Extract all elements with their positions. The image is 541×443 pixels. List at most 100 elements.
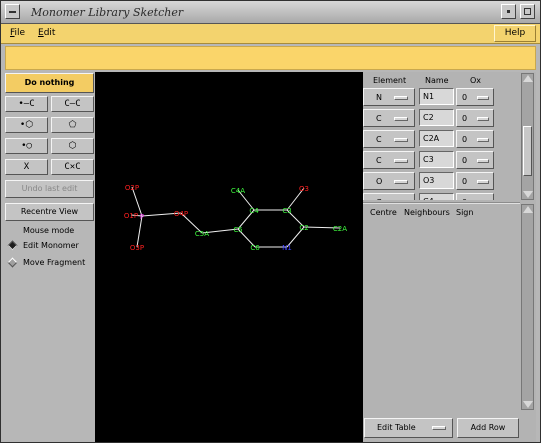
panel-divider <box>363 202 520 204</box>
element-select[interactable]: C <box>363 130 415 148</box>
delete-atom-tool[interactable]: X <box>5 159 48 175</box>
table-row: C C2A 0 <box>363 130 523 149</box>
element-value: N <box>376 93 382 102</box>
element-select[interactable]: N <box>363 88 415 106</box>
title-bar[interactable]: Monomer Library Sketcher <box>1 1 540 24</box>
option-menu-icon <box>477 117 489 121</box>
atom-name-value: C2 <box>423 113 434 122</box>
header-element: Element <box>373 76 407 85</box>
window-menu-button[interactable] <box>5 4 20 19</box>
help-button[interactable]: Help <box>494 25 536 42</box>
edit-table-menu[interactable]: Edit Table <box>364 418 453 438</box>
add-chain-tool[interactable]: C—C <box>51 96 94 112</box>
atom-name-value: C3 <box>423 155 434 164</box>
atom-table-panel: Element Name Ox N N1 0 C C2 0 C C2A 0 C C3 0 O O3 0 C C4… <box>363 72 536 442</box>
element-select[interactable]: C <box>363 109 415 127</box>
message-bar <box>5 46 536 70</box>
option-menu-icon <box>394 96 408 100</box>
atom-name-value: N1 <box>423 92 435 101</box>
element-value: C <box>376 198 382 200</box>
minimize-icon <box>507 10 510 13</box>
scroll-up-icon[interactable] <box>523 206 533 213</box>
atom-name-field[interactable]: N1 <box>419 88 454 105</box>
header-neighbours: Neighbours <box>404 208 450 217</box>
ox-value: 0 <box>462 135 468 144</box>
scroll-thumb[interactable] <box>523 126 532 176</box>
atom-name-value: C4 <box>423 197 434 200</box>
add-row-button[interactable]: Add Row <box>457 418 519 438</box>
atom-name-value: O3 <box>423 176 435 185</box>
add-ring6-tool[interactable]: •⬡ <box>5 117 48 133</box>
ox-value: 0 <box>462 93 468 102</box>
atom-name-field[interactable]: C2 <box>419 109 454 126</box>
atom-name-value: C2A <box>423 134 440 143</box>
menu-edit-label: dit <box>43 28 56 38</box>
menu-file[interactable]: File <box>10 28 25 38</box>
option-menu-icon <box>394 138 408 142</box>
ox-select[interactable]: 0 <box>456 193 494 200</box>
ox-select[interactable]: 0 <box>456 172 494 190</box>
edit-monomer-label: Edit Monomer <box>23 241 79 250</box>
atom-table-scrollbar[interactable] <box>521 73 534 200</box>
scroll-down-icon[interactable] <box>523 401 533 408</box>
ox-select[interactable]: 0 <box>456 151 494 169</box>
window-menu-icon <box>9 11 16 13</box>
scroll-up-icon[interactable] <box>523 75 533 82</box>
atom-label[interactable]: N1 <box>282 244 292 252</box>
atom-label[interactable]: O1P <box>124 212 138 220</box>
element-value: O <box>376 177 383 186</box>
minimize-button[interactable] <box>501 4 516 19</box>
mouse-mode-label: Mouse mode <box>23 226 75 235</box>
atom-label[interactable]: C6 <box>250 244 260 252</box>
delete-bond-tool[interactable]: C✕C <box>51 159 94 175</box>
atom-name-field[interactable]: O3 <box>419 172 454 189</box>
atom-label[interactable]: P <box>140 213 144 221</box>
ox-value: 0 <box>462 156 468 165</box>
atom-label[interactable]: O4P <box>174 210 188 218</box>
option-menu-icon <box>394 180 408 184</box>
element-select[interactable]: C <box>363 193 415 200</box>
atom-label[interactable]: C2A <box>333 225 347 233</box>
atom-label[interactable]: C3 <box>282 207 291 215</box>
ox-select[interactable]: 0 <box>456 130 494 148</box>
atom-name-field[interactable]: C3 <box>419 151 454 168</box>
undo-button[interactable]: Undo last edit <box>5 180 94 198</box>
move-fragment-label: Move Fragment <box>23 258 86 267</box>
maximize-button[interactable] <box>520 4 535 19</box>
atom-label[interactable]: C5A <box>195 230 209 238</box>
chirality-table-scrollbar[interactable] <box>521 204 534 410</box>
element-select[interactable]: C <box>363 151 415 169</box>
menu-bar: File Edit Help <box>1 24 540 44</box>
option-menu-icon <box>394 159 408 163</box>
atom-label[interactable]: O2P <box>125 184 139 192</box>
tool-panel: Do nothing •—C C—C •⬡ ⬠ •◯ ⬡ X C✕C Undo … <box>4 72 95 441</box>
atom-label[interactable]: C5 <box>233 226 242 234</box>
add-ring5-tool[interactable]: ⬠ <box>51 117 94 133</box>
option-menu-icon <box>477 96 489 100</box>
add-ring-alt-tool[interactable]: ⬡ <box>51 138 94 154</box>
molecule-canvas[interactable]: O2P O1P O4P O3P P C5A C4A O3 C4 C3 C5 C2 C2A C6 N1 <box>95 72 363 442</box>
option-menu-icon <box>477 159 489 163</box>
add-ring-big-tool[interactable]: •◯ <box>5 138 48 154</box>
table-row: C C4 0 <box>363 193 523 200</box>
menu-edit[interactable]: Edit <box>38 28 55 38</box>
atom-label[interactable]: O3 <box>299 185 309 193</box>
ox-select[interactable]: 0 <box>456 88 494 106</box>
atom-label[interactable]: C2 <box>299 224 308 232</box>
option-menu-icon <box>394 117 408 121</box>
atom-name-field[interactable]: C2A <box>419 130 454 147</box>
atom-label[interactable]: C4 <box>249 207 259 215</box>
header-name: Name <box>425 76 449 85</box>
do-nothing-button[interactable]: Do nothing <box>5 73 94 93</box>
atom-name-field[interactable]: C4 <box>419 193 454 200</box>
atom-label[interactable]: O3P <box>130 244 144 252</box>
scroll-down-icon[interactable] <box>523 191 533 198</box>
header-centre: Centre <box>370 208 397 217</box>
recentre-view-button[interactable]: Recentre View <box>5 203 94 221</box>
atom-label[interactable]: C4A <box>231 187 245 195</box>
add-atom-tool[interactable]: •—C <box>5 96 48 112</box>
radio-unselected-icon <box>7 257 18 268</box>
element-select[interactable]: O <box>363 172 415 190</box>
table-row: C C2 0 <box>363 109 523 128</box>
ox-select[interactable]: 0 <box>456 109 494 127</box>
